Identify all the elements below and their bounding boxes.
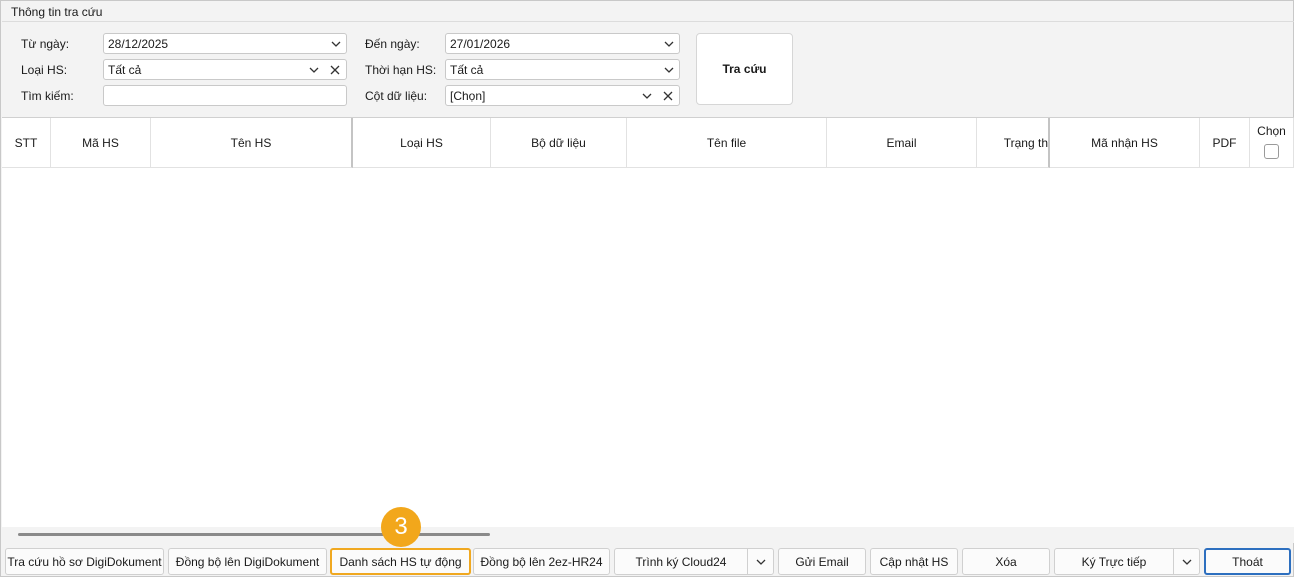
group-title: Thông tin tra cứu — [11, 5, 103, 19]
update-hs-button[interactable]: Cập nhật HS — [870, 548, 958, 575]
to-date-picker[interactable]: 27/01/2026 — [445, 33, 680, 54]
column-header-email[interactable]: Email — [827, 118, 977, 168]
chevron-down-icon[interactable] — [1181, 557, 1193, 567]
send-email-button[interactable]: Gửi Email — [778, 548, 866, 575]
chevron-down-icon[interactable] — [308, 65, 320, 75]
column-header-ten-hs[interactable]: Tên HS — [151, 118, 353, 168]
chevron-down-icon[interactable] — [641, 91, 653, 101]
column-header-ma-hs[interactable]: Mã HS — [51, 118, 151, 168]
sign-direct-label[interactable]: Ký Trực tiếp — [1055, 549, 1173, 574]
column-header-pdf[interactable]: PDF — [1200, 118, 1250, 168]
lookup-digidokument-button[interactable]: Tra cứu hồ sơ DigiDokument — [5, 548, 164, 575]
column-header-chon-label: Chọn — [1257, 124, 1286, 138]
column-header-ma-nhan-hs[interactable]: Mã nhận HS — [1050, 118, 1200, 168]
column-header-ten-file[interactable]: Tên file — [627, 118, 827, 168]
search-button[interactable]: Tra cứu — [696, 33, 793, 105]
split-divider — [747, 549, 748, 574]
lookup-window: Thông tin tra cứu Từ ngày: 28/12/2025 Đế… — [0, 0, 1294, 577]
sync-2ez-hr24-button[interactable]: Đồng bộ lên 2ez-HR24 — [473, 548, 610, 575]
from-date-value: 28/12/2025 — [108, 37, 169, 51]
type-label: Loại HS: — [21, 63, 68, 77]
exit-button[interactable]: Thoát — [1204, 548, 1291, 575]
select-all-checkbox[interactable] — [1264, 144, 1279, 159]
group-divider — [2, 21, 1294, 22]
chevron-down-icon[interactable] — [663, 65, 675, 75]
delete-button[interactable]: Xóa — [962, 548, 1050, 575]
column-header-loai-hs[interactable]: Loại HS — [353, 118, 491, 168]
search-label: Tìm kiếm: — [21, 89, 74, 103]
search-input[interactable] — [103, 85, 347, 106]
to-date-value: 27/01/2026 — [450, 37, 511, 51]
column-value: [Chọn] — [450, 89, 486, 103]
sign-cloud24-split-button[interactable]: Trình ký Cloud24 — [614, 548, 774, 575]
to-date-label: Đến ngày: — [365, 37, 420, 51]
column-label: Cột dữ liệu: — [365, 89, 428, 103]
term-value: Tất cả — [450, 63, 484, 77]
term-label: Thời hạn HS: — [365, 63, 437, 77]
chevron-down-icon[interactable] — [330, 39, 342, 49]
column-header-bo-du-lieu[interactable]: Bộ dữ liệu — [491, 118, 627, 168]
from-date-label: Từ ngày: — [21, 37, 70, 51]
auto-list-button[interactable]: Danh sách HS tự động — [330, 548, 471, 575]
column-select[interactable]: [Chọn] — [445, 85, 680, 106]
type-value: Tất cả — [108, 63, 142, 77]
close-icon[interactable] — [329, 64, 341, 76]
step-badge: 3 — [381, 507, 421, 547]
column-header-stt[interactable]: STT — [2, 118, 51, 168]
chevron-down-icon[interactable] — [755, 557, 767, 567]
chevron-down-icon[interactable] — [663, 39, 675, 49]
term-select[interactable]: Tất cả — [445, 59, 680, 80]
results-grid[interactable]: STT Mã HS Tên HS Loại HS Bộ dữ liệu Tên … — [2, 117, 1294, 527]
sign-cloud24-label[interactable]: Trình ký Cloud24 — [615, 549, 747, 574]
from-date-picker[interactable]: 28/12/2025 — [103, 33, 347, 54]
sync-digidokument-button[interactable]: Đồng bộ lên DigiDokument — [168, 548, 327, 575]
close-icon[interactable] — [662, 90, 674, 102]
column-header-trang-thai[interactable]: Trạng th — [977, 118, 1050, 168]
split-divider — [1173, 549, 1174, 574]
column-header-chon[interactable]: Chọn — [1250, 118, 1294, 168]
sign-direct-split-button[interactable]: Ký Trực tiếp — [1054, 548, 1200, 575]
type-select[interactable]: Tất cả — [103, 59, 347, 80]
